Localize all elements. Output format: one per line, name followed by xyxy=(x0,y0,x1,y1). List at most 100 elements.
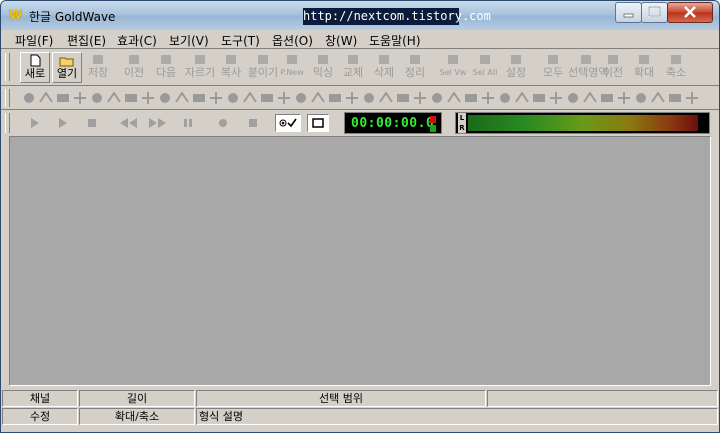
select-all-icon xyxy=(480,55,490,64)
toolbar-button-zoom-all[interactable]: 모두 xyxy=(538,52,568,83)
time-value: 00:00:00.0 xyxy=(351,116,435,131)
pop-icon[interactable] xyxy=(633,90,649,106)
clip-icon[interactable] xyxy=(378,90,394,106)
help-icon[interactable] xyxy=(446,90,462,106)
toolbar-button-zoom-previous[interactable]: 이전 xyxy=(598,52,628,83)
toolbar-button-save[interactable]: 저장 xyxy=(83,52,113,83)
toolbar-button-paste-new[interactable]: P.New xyxy=(277,52,307,83)
time-warp-icon[interactable] xyxy=(327,90,343,106)
low-pass-icon[interactable] xyxy=(565,90,581,106)
status-bar-row2: 수정 확대/축소 형식 설명 xyxy=(1,408,719,425)
replace-icon xyxy=(348,55,358,64)
menu-file[interactable]: 파일(F) xyxy=(15,32,53,49)
fade-out-icon[interactable] xyxy=(106,90,122,106)
menu-effects[interactable]: 효과(C) xyxy=(117,32,157,49)
record-button[interactable] xyxy=(214,114,232,132)
play-button[interactable] xyxy=(25,114,43,132)
close-icon xyxy=(684,6,696,18)
minimize-button[interactable] xyxy=(615,2,642,23)
monitor-toggle[interactable] xyxy=(275,114,301,132)
level-meter-menu-icon[interactable] xyxy=(703,115,707,131)
resample-icon[interactable] xyxy=(242,90,258,106)
window-toggle[interactable] xyxy=(307,114,329,132)
expand-icon[interactable] xyxy=(480,90,496,106)
invert-icon[interactable] xyxy=(157,90,173,106)
toolbar-button-copy[interactable]: 복사 xyxy=(216,52,246,83)
compress-icon[interactable] xyxy=(463,90,479,106)
silence-icon[interactable] xyxy=(276,90,292,106)
toolbar-button-undo[interactable]: 이전 xyxy=(119,52,149,83)
dither-icon[interactable] xyxy=(616,90,632,106)
stereo-icon[interactable] xyxy=(310,90,326,106)
hz-icon[interactable] xyxy=(412,90,428,106)
noise-icon[interactable] xyxy=(361,90,377,106)
marker-icon[interactable] xyxy=(514,90,530,106)
toolbar-button-label: 삭제 xyxy=(373,66,395,79)
menu-options[interactable]: 옵션(O) xyxy=(272,32,313,49)
toolbar-button-label: 교체 xyxy=(342,66,364,79)
offset-icon[interactable] xyxy=(191,90,207,106)
toolbar-button-select-all[interactable]: Sel All xyxy=(470,52,500,83)
toolbar-button-delete[interactable]: 삭제 xyxy=(369,52,399,83)
dynamics-icon[interactable] xyxy=(38,90,54,106)
speed-icon[interactable] xyxy=(293,90,309,106)
toolbar-button-zoom-out[interactable]: 축소 xyxy=(661,52,691,83)
toolbar-grip[interactable] xyxy=(5,113,10,133)
maximize-icon xyxy=(648,6,661,17)
maximize-button[interactable] xyxy=(641,2,668,23)
smooth-icon[interactable] xyxy=(599,90,615,106)
equalizer-icon[interactable] xyxy=(72,90,88,106)
toolbar-button-settings[interactable]: 설정 xyxy=(501,52,531,83)
auto-trim-icon[interactable] xyxy=(531,90,547,106)
click-icon[interactable] xyxy=(650,90,666,106)
menu-window[interactable]: 창(W) xyxy=(325,32,357,49)
spectrum-icon[interactable] xyxy=(395,90,411,106)
hum-icon[interactable] xyxy=(667,90,683,106)
hiss-icon[interactable] xyxy=(684,90,700,106)
toolbar-button-label: 다음 xyxy=(155,66,177,79)
menu-tools[interactable]: 도구(T) xyxy=(221,32,260,49)
toolbar-button-open-folder[interactable]: 열기 xyxy=(52,52,82,83)
toolbar-grip[interactable] xyxy=(5,53,10,81)
menu-help[interactable]: 도움말(H) xyxy=(369,32,421,49)
mechanize-icon[interactable] xyxy=(174,90,190,106)
toolbar-button-zoom-in[interactable]: 확대 xyxy=(629,52,659,83)
workspace-area[interactable] xyxy=(9,136,711,386)
pitch-icon[interactable] xyxy=(225,90,241,106)
stop-record-button[interactable] xyxy=(244,114,262,132)
filter-icon[interactable] xyxy=(123,90,139,106)
toolbar-button-select-view[interactable]: Sel Vw xyxy=(438,52,468,83)
toolbar-button-redo[interactable]: 다음 xyxy=(151,52,181,83)
app-icon[interactable]: W xyxy=(9,8,25,22)
bandpass-icon[interactable] xyxy=(548,90,564,106)
menu-edit[interactable]: 편집(E) xyxy=(67,32,106,49)
close-button[interactable] xyxy=(667,2,713,23)
toolbar-button-mix[interactable]: 믹싱 xyxy=(308,52,338,83)
reverse-icon[interactable] xyxy=(259,90,275,106)
fast-forward-button[interactable] xyxy=(147,114,166,132)
menu-view[interactable]: 보기(V) xyxy=(169,32,209,49)
zoom-out-icon xyxy=(671,55,681,64)
high-pass-icon[interactable] xyxy=(582,90,598,106)
toolbar-button-cut[interactable]: 자르기 xyxy=(183,52,217,83)
volume-icon[interactable] xyxy=(344,90,360,106)
echo-icon[interactable] xyxy=(55,90,71,106)
match-icon[interactable] xyxy=(497,90,513,106)
title-bar[interactable]: W 한글 GoldWave http://nextcom.tistory.com xyxy=(1,1,719,30)
toolbar-button-label: 저장 xyxy=(87,66,109,79)
doppler-icon[interactable] xyxy=(21,90,37,106)
pan-icon[interactable] xyxy=(208,90,224,106)
toolbar-button-paste[interactable]: 붙이기 xyxy=(246,52,280,83)
toolbar-button-trim[interactable]: 정리 xyxy=(400,52,430,83)
toolbar-button-new-file[interactable]: 새로 xyxy=(20,52,50,83)
channel-icon[interactable] xyxy=(429,90,445,106)
fade-in-icon[interactable] xyxy=(89,90,105,106)
pause-button[interactable] xyxy=(179,114,197,132)
play-selection-button[interactable] xyxy=(53,114,71,132)
stop-button[interactable] xyxy=(83,114,101,132)
flanger-icon[interactable] xyxy=(140,90,156,106)
status-format-description: 형식 설명 xyxy=(196,408,718,425)
rewind-button[interactable] xyxy=(117,114,137,132)
toolbar-button-replace[interactable]: 교체 xyxy=(338,52,368,83)
toolbar-grip[interactable] xyxy=(5,89,10,107)
